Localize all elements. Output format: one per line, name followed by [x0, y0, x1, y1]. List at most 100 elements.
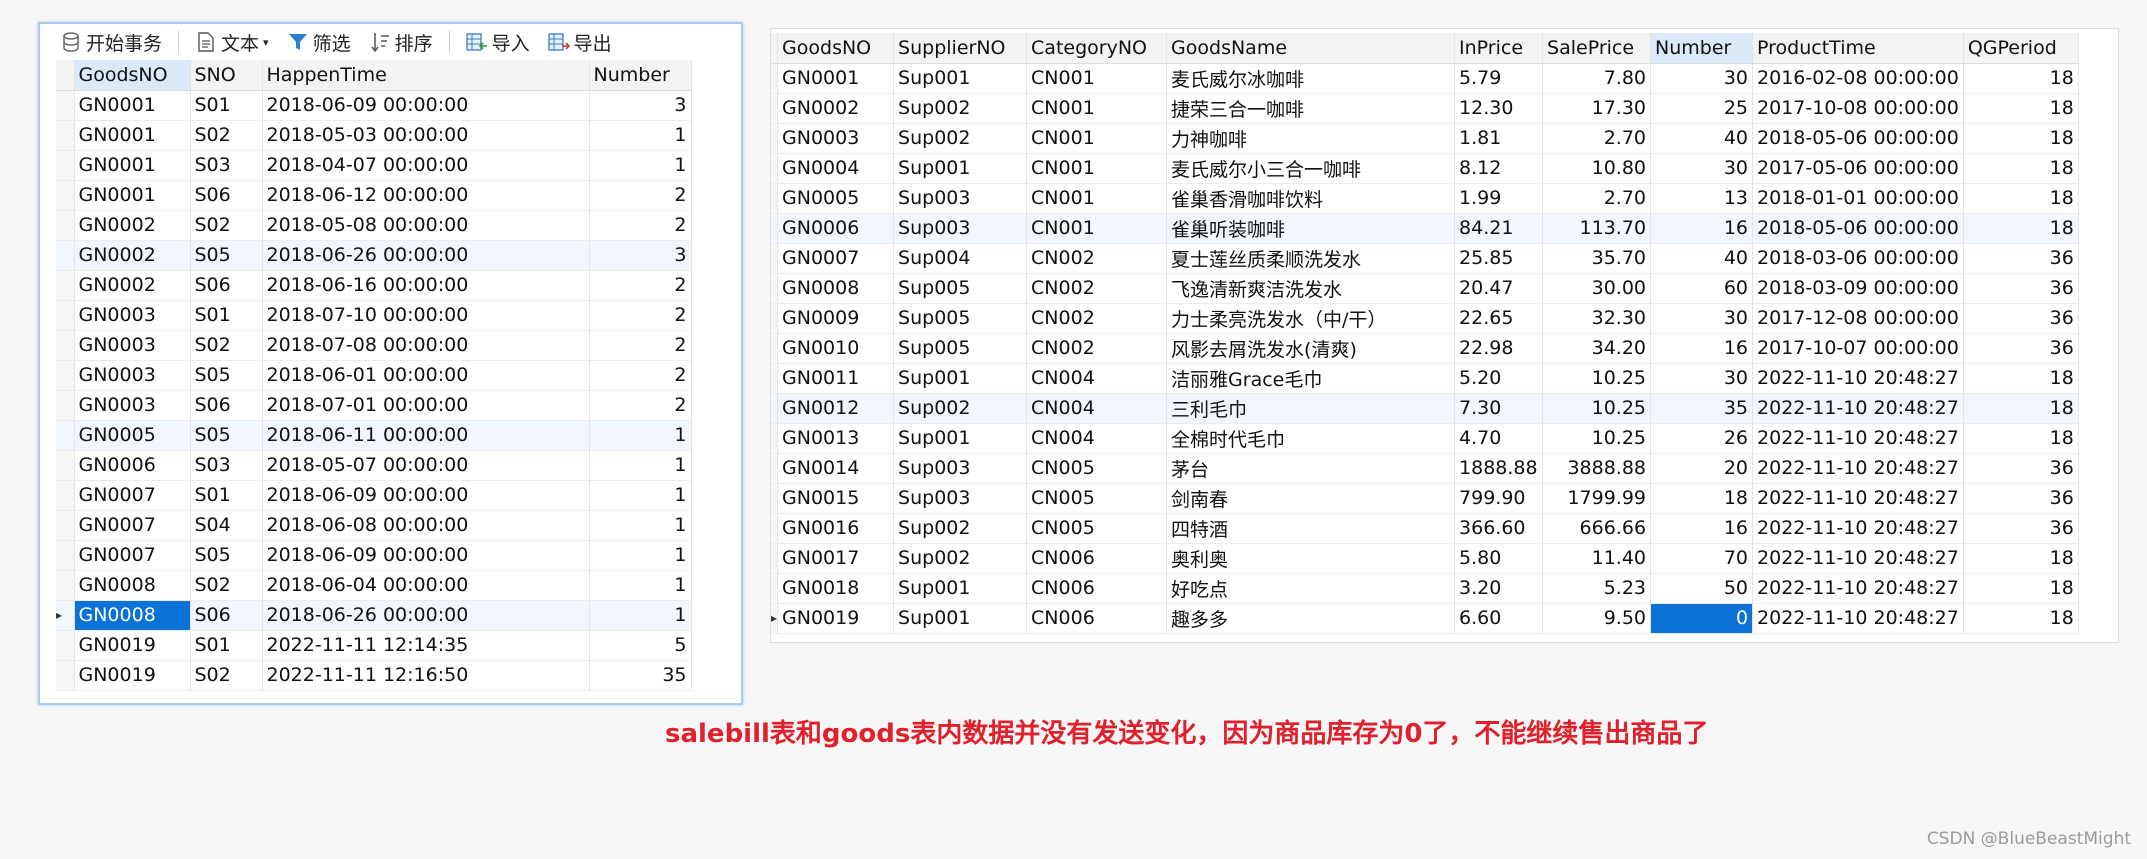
table-cell[interactable]: 2018-07-10 00:00:00 — [262, 300, 590, 331]
table-cell[interactable]: S02 — [190, 210, 263, 241]
table-cell[interactable]: 2 — [589, 330, 692, 361]
table-cell[interactable]: 2022-11-10 20:48:27 — [1752, 363, 1964, 394]
table-cell[interactable]: 16 — [1650, 213, 1754, 244]
table-row[interactable]: GN0018 Sup001 CN006 好吃点 3.20 5.23 50 2022-11-10… — [771, 573, 2079, 604]
table-cell[interactable]: 趣多多 — [1166, 603, 1456, 634]
table-cell[interactable]: 84.21 — [1454, 213, 1544, 244]
table-cell[interactable]: GN0001 — [74, 90, 191, 121]
export-button[interactable]: 导出 — [542, 27, 618, 58]
table-cell[interactable]: 35.70 — [1542, 243, 1652, 274]
table-cell[interactable]: 2022-11-10 20:48:27 — [1752, 423, 1964, 454]
table-row[interactable]: GN0009 Sup005 CN002 力士柔亮洗发水（中/干） 22.65 32.30 3… — [771, 303, 2079, 334]
table-cell[interactable]: 奥利奥 — [1166, 543, 1456, 574]
table-cell[interactable]: GN0007 — [74, 480, 191, 511]
column-header-saleprice[interactable]: SalePrice — [1542, 33, 1652, 64]
table-cell[interactable]: S03 — [190, 150, 263, 181]
table-row[interactable]: GN0015 Sup003 CN005 剑南春 799.90 1799.99 18 2022-… — [771, 483, 2079, 514]
table-cell[interactable]: 3.20 — [1454, 573, 1544, 604]
table-cell[interactable]: GN0004 — [777, 153, 895, 184]
table-cell[interactable]: 2018-06-09 00:00:00 — [262, 480, 590, 511]
row-indicator[interactable] — [56, 480, 75, 511]
column-header-goodsno[interactable]: GoodsNO — [777, 33, 895, 64]
table-cell[interactable]: GN0001 — [74, 180, 191, 211]
row-indicator[interactable] — [56, 540, 75, 571]
table-cell[interactable]: 30.00 — [1542, 273, 1652, 304]
table-row[interactable]: GN0001 S03 2018-04-07 00:00:00 1 — [56, 150, 692, 181]
table-cell[interactable]: 2018-06-09 00:00:00 — [262, 90, 590, 121]
table-cell[interactable]: 1 — [589, 510, 692, 541]
row-indicator[interactable] — [56, 420, 75, 451]
table-row[interactable]: GN0001 S02 2018-05-03 00:00:00 1 — [56, 120, 692, 151]
table-cell[interactable]: 36 — [1963, 243, 2079, 274]
table-cell[interactable]: 1888.88 — [1454, 453, 1544, 484]
table-row[interactable]: ▸ GN0008 S06 2018-06-26 00:00:00 1 — [56, 600, 692, 631]
table-cell[interactable]: 30 — [1650, 63, 1754, 94]
table-cell[interactable]: 夏士莲丝质柔顺洗发水 — [1166, 243, 1456, 274]
table-cell[interactable]: 22.65 — [1454, 303, 1544, 334]
table-cell[interactable]: 好吃点 — [1166, 573, 1456, 604]
table-cell[interactable]: GN0014 — [777, 453, 895, 484]
table-cell[interactable]: S05 — [190, 540, 263, 571]
table-cell[interactable]: 2018-06-01 00:00:00 — [262, 360, 590, 391]
table-cell[interactable]: GN0013 — [777, 423, 895, 454]
table-row[interactable]: GN0001 S06 2018-06-12 00:00:00 2 — [56, 180, 692, 211]
table-cell[interactable]: S02 — [190, 120, 263, 151]
table-cell[interactable]: 18 — [1963, 153, 2079, 184]
table-cell[interactable]: 7.80 — [1542, 63, 1652, 94]
table-row[interactable]: GN0002 S05 2018-06-26 00:00:00 3 — [56, 240, 692, 271]
column-header-happentime[interactable]: HappenTime — [262, 60, 590, 91]
column-header-categoryno[interactable]: CategoryNO — [1026, 33, 1168, 64]
table-row[interactable]: GN0006 Sup003 CN001 雀巢听装咖啡 84.21 113.70 16 2018… — [771, 213, 2079, 244]
table-cell[interactable]: S05 — [190, 360, 263, 391]
table-cell[interactable]: 0 — [1650, 603, 1754, 634]
table-cell[interactable]: 10.25 — [1542, 423, 1652, 454]
table-cell[interactable]: 1 — [589, 600, 692, 631]
table-cell[interactable]: 20 — [1650, 453, 1754, 484]
row-indicator[interactable] — [56, 120, 75, 151]
column-header-number[interactable]: Number — [589, 60, 692, 91]
table-cell[interactable]: 2022-11-10 20:48:27 — [1752, 393, 1964, 424]
table-cell[interactable]: 6.60 — [1454, 603, 1544, 634]
table-cell[interactable]: 366.60 — [1454, 513, 1544, 544]
table-cell[interactable]: Sup001 — [893, 63, 1028, 94]
table-cell[interactable]: CN004 — [1026, 393, 1168, 424]
table-cell[interactable]: 雀巢听装咖啡 — [1166, 213, 1456, 244]
table-cell[interactable]: GN0003 — [74, 300, 191, 331]
table-cell[interactable]: CN001 — [1026, 183, 1168, 214]
table-cell[interactable]: CN001 — [1026, 93, 1168, 124]
table-cell[interactable]: 2 — [589, 360, 692, 391]
table-cell[interactable]: GN0002 — [74, 210, 191, 241]
table-cell[interactable]: GN0006 — [777, 213, 895, 244]
table-cell[interactable]: 3 — [589, 90, 692, 121]
table-cell[interactable]: 10.25 — [1542, 393, 1652, 424]
column-header-goodsname[interactable]: GoodsName — [1166, 33, 1456, 64]
column-header-sno[interactable]: SNO — [190, 60, 263, 91]
table-cell[interactable]: 1 — [589, 150, 692, 181]
table-cell[interactable]: 36 — [1963, 333, 2079, 364]
table-cell[interactable]: 17.30 — [1542, 93, 1652, 124]
table-row[interactable]: GN0005 S05 2018-06-11 00:00:00 1 — [56, 420, 692, 451]
table-cell[interactable]: CN005 — [1026, 513, 1168, 544]
table-cell[interactable]: S05 — [190, 240, 263, 271]
table-row[interactable]: GN0007 S05 2018-06-09 00:00:00 1 — [56, 540, 692, 571]
table-cell[interactable]: 2022-11-10 20:48:27 — [1752, 513, 1964, 544]
table-cell[interactable]: 18 — [1963, 573, 2079, 604]
table-row[interactable]: GN0003 S01 2018-07-10 00:00:00 2 — [56, 300, 692, 331]
table-cell[interactable]: GN0002 — [74, 270, 191, 301]
table-cell[interactable]: 力神咖啡 — [1166, 123, 1456, 154]
table-row[interactable]: GN0006 S03 2018-05-07 00:00:00 1 — [56, 450, 692, 481]
table-cell[interactable]: 5.20 — [1454, 363, 1544, 394]
table-cell[interactable]: CN002 — [1026, 333, 1168, 364]
table-cell[interactable]: GN0017 — [777, 543, 895, 574]
table-cell[interactable]: 1.81 — [1454, 123, 1544, 154]
table-cell[interactable]: 2022-11-10 20:48:27 — [1752, 573, 1964, 604]
table-cell[interactable]: 2018-05-07 00:00:00 — [262, 450, 590, 481]
table-cell[interactable]: GN0019 — [777, 603, 895, 634]
begin-transaction-button[interactable]: 开始事务 — [54, 27, 168, 58]
table-cell[interactable]: GN0007 — [74, 510, 191, 541]
table-cell[interactable]: 36 — [1963, 273, 2079, 304]
table-cell[interactable]: 2 — [589, 180, 692, 211]
table-cell[interactable]: Sup001 — [893, 363, 1028, 394]
table-cell[interactable]: Sup001 — [893, 153, 1028, 184]
table-row[interactable]: GN0002 S02 2018-05-08 00:00:00 2 — [56, 210, 692, 241]
